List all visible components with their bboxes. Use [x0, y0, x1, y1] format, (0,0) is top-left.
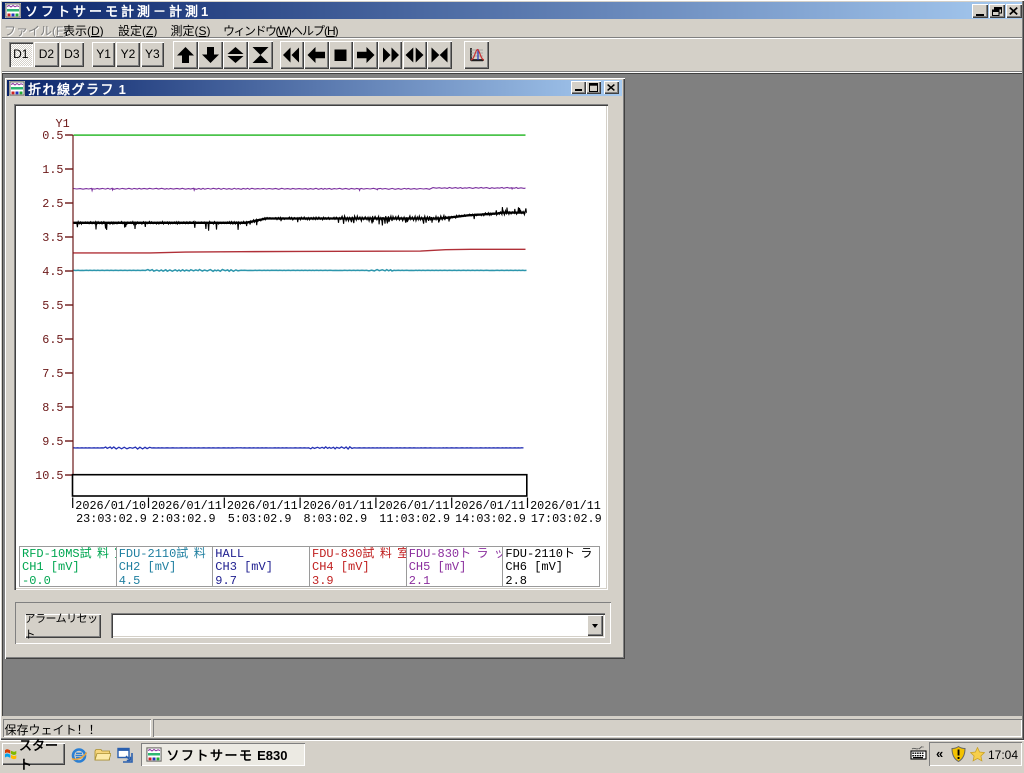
svg-text:8.5: 8.5	[42, 401, 63, 415]
svg-text:10.5: 10.5	[35, 469, 63, 483]
svg-text:2026/01/11: 2026/01/11	[302, 499, 373, 513]
svg-text:5:03:02.9: 5:03:02.9	[227, 512, 291, 526]
svg-text:2026/01/11: 2026/01/11	[530, 499, 601, 513]
svg-text:2026/01/10: 2026/01/10	[75, 499, 146, 513]
svg-text:2026/01/11: 2026/01/11	[378, 499, 449, 513]
svg-text:3.5: 3.5	[42, 231, 63, 245]
svg-text:7.5: 7.5	[42, 367, 63, 381]
svg-text:14:03:02.9: 14:03:02.9	[455, 512, 526, 526]
svg-text:2026/01/11: 2026/01/11	[226, 499, 297, 513]
svg-text:5.5: 5.5	[42, 299, 63, 313]
svg-text:0.5: 0.5	[42, 129, 63, 143]
svg-text:23:03:02.9: 23:03:02.9	[76, 512, 147, 526]
svg-text:2026/01/11: 2026/01/11	[454, 499, 525, 513]
svg-text:2026/01/11: 2026/01/11	[151, 499, 222, 513]
svg-text:6.5: 6.5	[42, 333, 63, 347]
svg-text:9.5: 9.5	[42, 435, 63, 449]
svg-text:4.5: 4.5	[42, 265, 63, 279]
svg-text:17:03:02.9: 17:03:02.9	[530, 512, 601, 526]
svg-text:2:03:02.9: 2:03:02.9	[151, 512, 215, 526]
svg-text:2.5: 2.5	[42, 197, 63, 211]
svg-text:1.5: 1.5	[42, 163, 63, 177]
svg-text:11:03:02.9: 11:03:02.9	[379, 512, 450, 526]
svg-text:8:03:02.9: 8:03:02.9	[303, 512, 367, 526]
